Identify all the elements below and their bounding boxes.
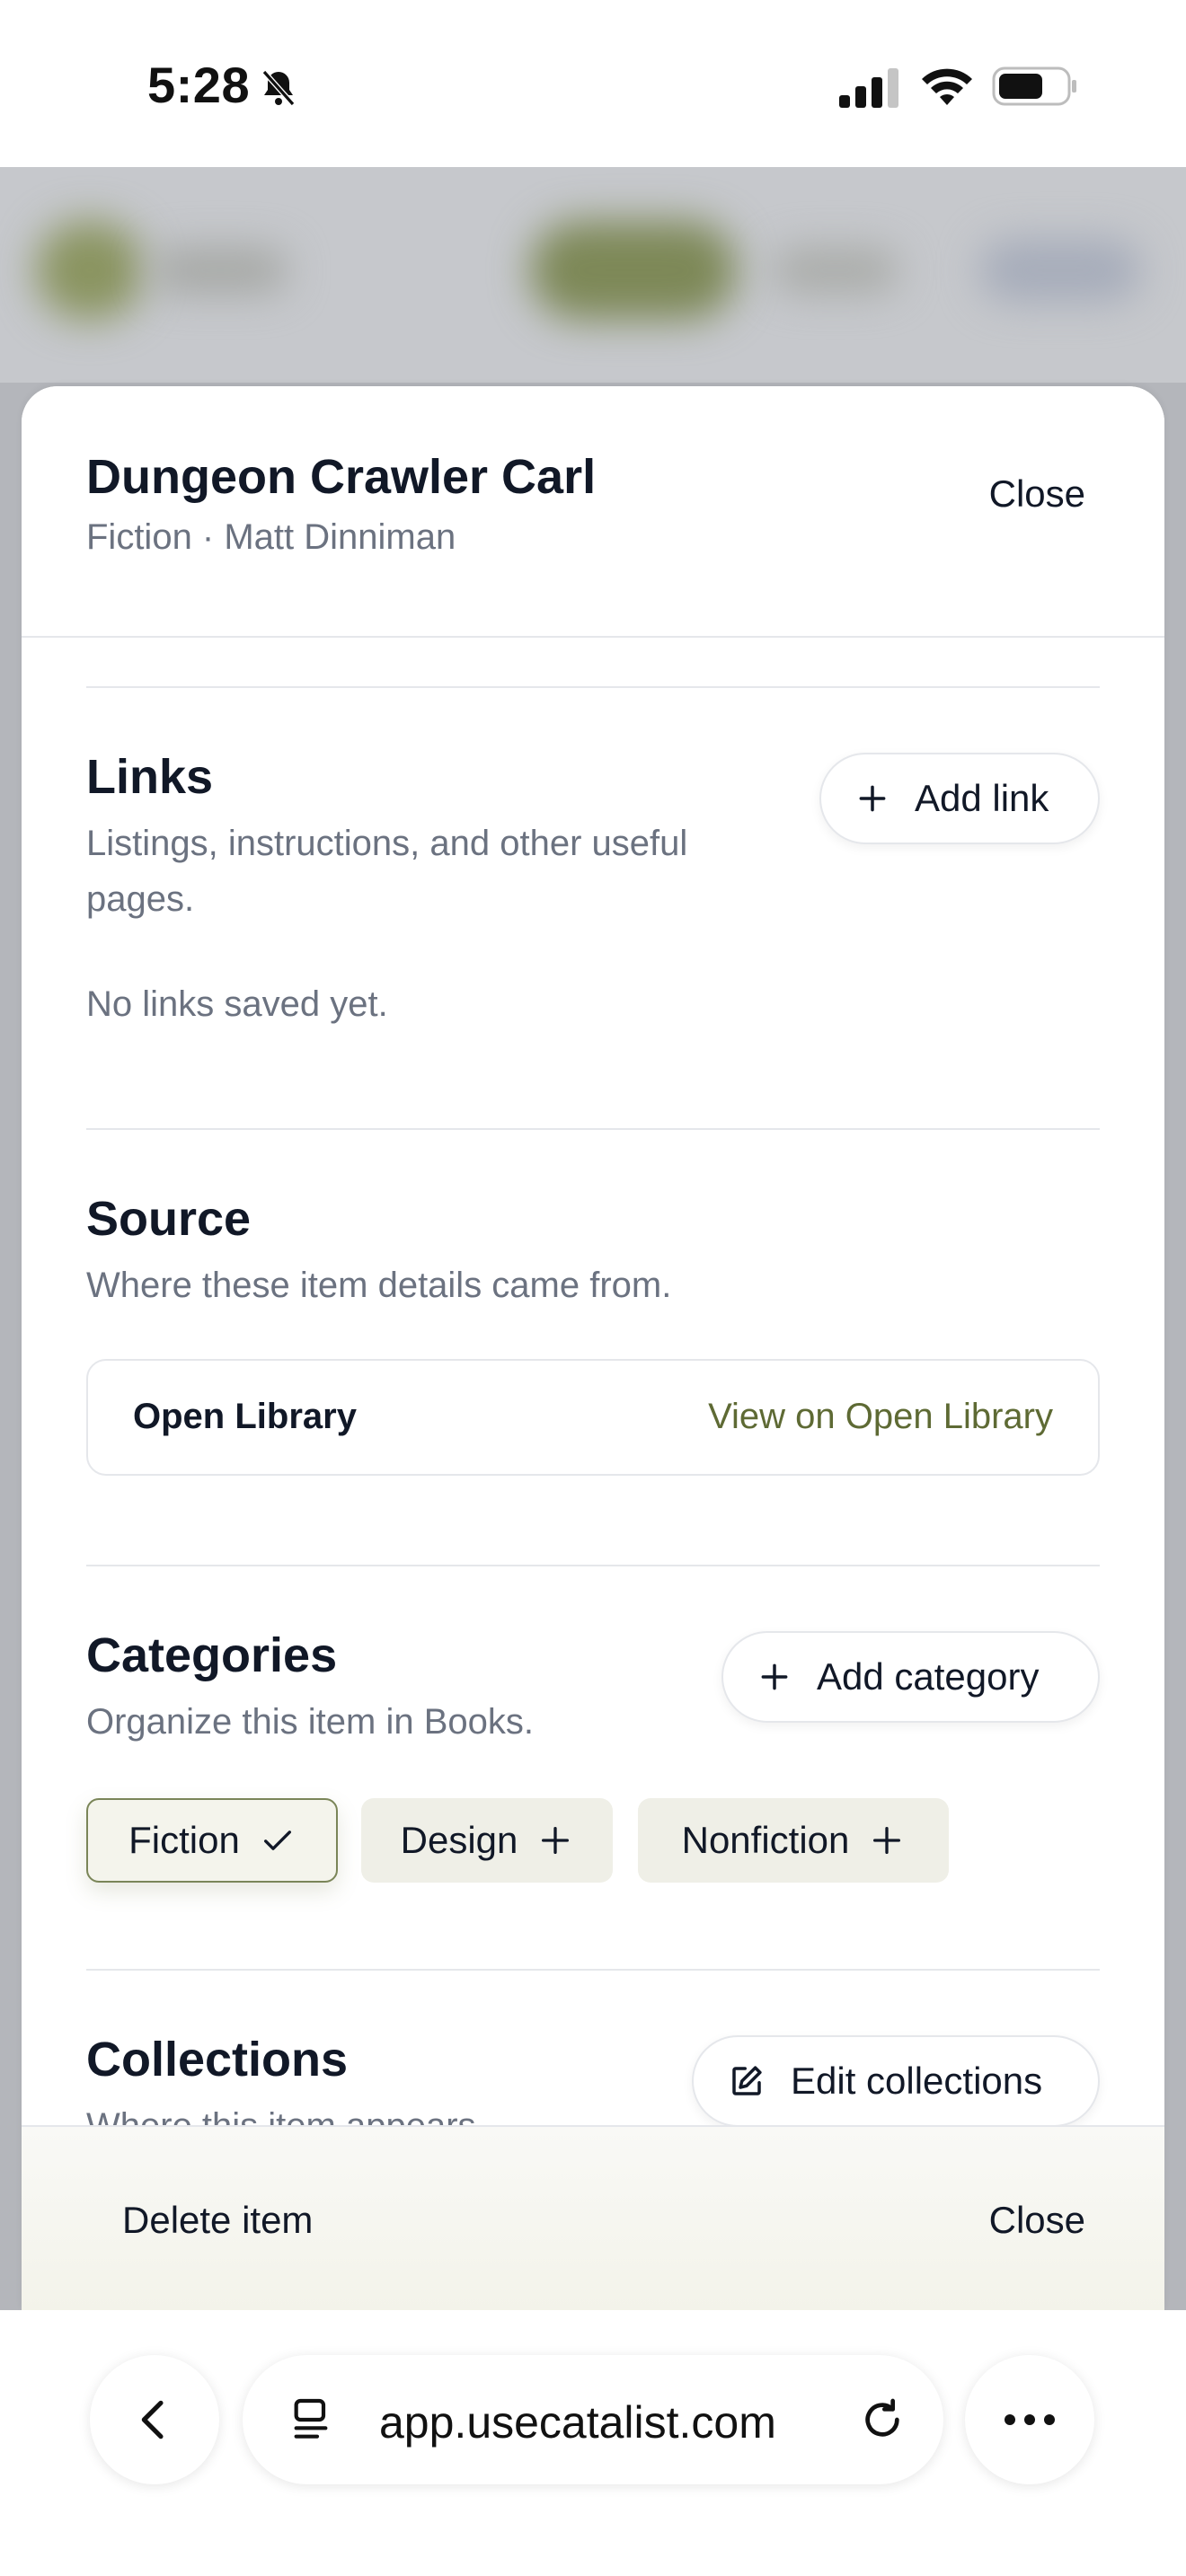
source-card: Open Library View on Open Library (86, 1359, 1100, 1476)
edit-collections-label: Edit collections (791, 2060, 1043, 2102)
sheet-header: Dungeon Crawler Carl Fiction · Matt Dinn… (22, 386, 1164, 638)
collections-title: Collections (86, 2033, 349, 2086)
close-button[interactable]: Close (989, 472, 1085, 516)
edit-collections-button[interactable]: Edit collections (692, 2035, 1100, 2127)
delete-item-button[interactable]: Delete item (122, 2199, 313, 2242)
item-detail-sheet: Dungeon Crawler Carl Fiction · Matt Dinn… (22, 386, 1164, 2310)
links-description: Listings, instructions, and other useful… (86, 816, 687, 927)
category-chip-nonfiction[interactable]: Nonfiction (638, 1798, 949, 1883)
back-button[interactable] (90, 2355, 219, 2484)
edit-icon (732, 2066, 762, 2095)
chevron-left-icon (141, 2400, 164, 2439)
more-dots-icon (1005, 2414, 1055, 2425)
item-subtitle: Fiction · Matt Dinniman (86, 517, 456, 557)
divider (86, 1969, 1100, 1971)
status-bar: 5:28 (0, 0, 1186, 167)
add-category-button[interactable]: Add category (721, 1631, 1100, 1723)
category-chip-label: Design (400, 1819, 518, 1861)
reload-icon[interactable] (857, 2395, 907, 2445)
source-title: Source (86, 1192, 252, 1246)
battery-icon (992, 66, 1076, 106)
category-chip-fiction[interactable]: Fiction (86, 1798, 338, 1883)
categories-title: Categories (86, 1628, 338, 1682)
add-category-label: Add category (817, 1655, 1040, 1698)
blurred-action (979, 239, 1141, 302)
tab-overview-icon (294, 2398, 328, 2439)
blurred-tab (773, 248, 898, 293)
sheet-footer: Delete item Close (22, 2125, 1164, 2310)
bell-slash-icon (261, 70, 296, 106)
category-chip-label: Nonfiction (681, 1819, 850, 1861)
category-chip-label: Fiction (128, 1819, 240, 1861)
url-text: app.usecatalist.com (379, 2397, 776, 2448)
links-description-line: pages. (86, 879, 195, 919)
divider (86, 1565, 1100, 1566)
status-time: 5:28 (147, 57, 251, 113)
address-bar[interactable]: app.usecatalist.com (243, 2355, 943, 2484)
add-link-label: Add link (915, 777, 1049, 819)
more-options-button[interactable] (965, 2355, 1094, 2484)
item-title: Dungeon Crawler Carl (86, 450, 597, 504)
add-link-button[interactable]: Add link (819, 753, 1100, 844)
divider (86, 686, 1100, 688)
plus-icon (542, 1827, 570, 1854)
source-name: Open Library (133, 1397, 357, 1436)
browser-toolbar: app.usecatalist.com (0, 2310, 1186, 2576)
category-chip-design[interactable]: Design (361, 1798, 613, 1883)
wifi-icon (922, 68, 972, 105)
categories-description: Organize this item in Books. (86, 1702, 534, 1742)
links-title: Links (86, 750, 214, 804)
links-empty-state: No links saved yet. (86, 984, 388, 1024)
footer-close-button[interactable]: Close (989, 2199, 1085, 2242)
plus-icon (761, 1663, 788, 1690)
view-source-link[interactable]: View on Open Library (708, 1397, 1053, 1437)
source-description: Where these item details came from. (86, 1266, 672, 1305)
divider (86, 1128, 1100, 1130)
blurred-logo (36, 221, 144, 320)
plus-icon (859, 785, 886, 812)
blurred-nav-text (153, 248, 288, 293)
blurred-active-tab (530, 221, 737, 320)
links-description-line: Listings, instructions, and other useful (86, 824, 688, 863)
checkmark-icon (263, 1831, 291, 1850)
plus-icon (873, 1827, 901, 1854)
cellular-signal-icon (839, 68, 898, 108)
